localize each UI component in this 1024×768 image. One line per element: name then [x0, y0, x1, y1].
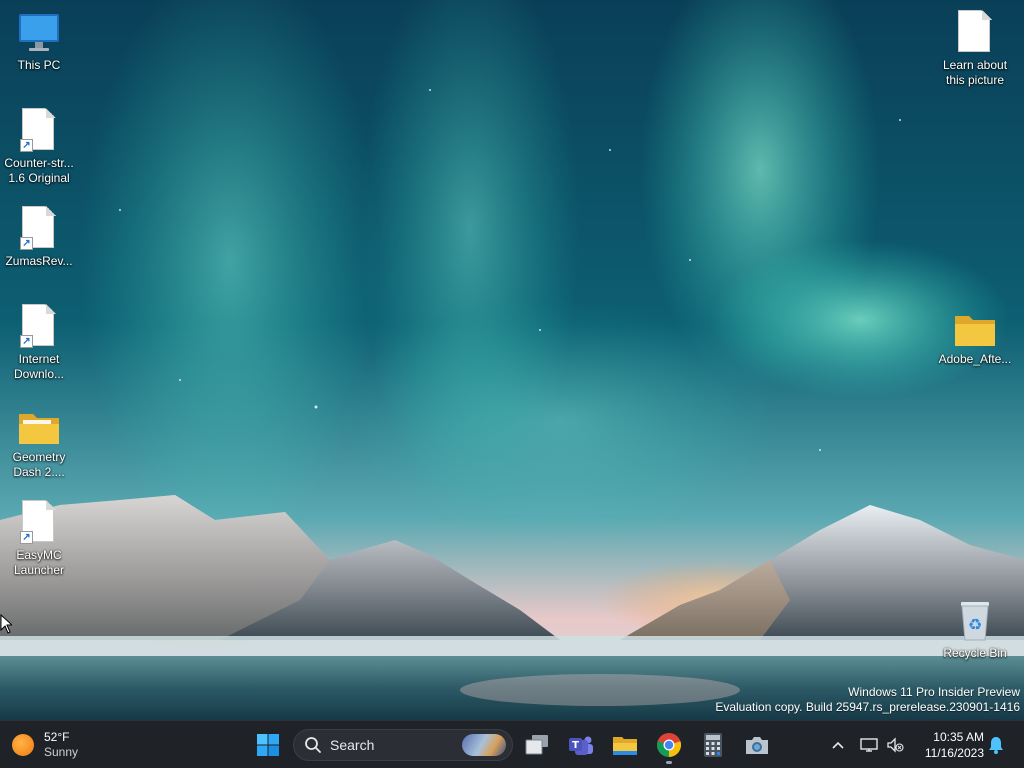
- watermark-line-2: Evaluation copy. Build 25947.rs_prerelea…: [715, 700, 1020, 714]
- search-highlight-image: [462, 734, 506, 756]
- notification-center-button[interactable]: [986, 735, 1006, 755]
- weather-widget[interactable]: 52°F Sunny: [12, 727, 78, 763]
- folder-icon: [613, 737, 637, 755]
- desktop-icon-label: Counter-str... 1.6 Original: [4, 156, 74, 185]
- task-view-icon: [525, 735, 548, 755]
- desktop-icon-label: ZumasRev...: [5, 254, 73, 268]
- chrome-icon: [656, 733, 682, 757]
- desktop-icon-internet-download[interactable]: ↗ Internet Downlo...: [1, 304, 77, 382]
- file-explorer-button[interactable]: [605, 725, 645, 765]
- show-hidden-icons-button[interactable]: [828, 735, 848, 755]
- running-indicator: [666, 761, 672, 764]
- desktop-icon-easymc[interactable]: ↗ EasyMC Launcher: [1, 500, 77, 578]
- desktop-icon-adobe-after[interactable]: Adobe_Afte...: [937, 304, 1013, 367]
- search-label: Search: [330, 737, 375, 753]
- taskbar-clock[interactable]: 10:35 AM 11/16/2023: [925, 729, 984, 761]
- desktop-icon-this-pc[interactable]: This PC: [1, 10, 77, 73]
- watermark-line-1: Windows 11 Pro Insider Preview: [848, 685, 1020, 699]
- file-shortcut-icon: ↗: [17, 108, 61, 152]
- clock-time: 10:35 AM: [933, 730, 984, 744]
- file-shortcut-icon: ↗: [17, 206, 61, 250]
- mouse-cursor-icon: [0, 613, 14, 639]
- teams-icon: T: [569, 736, 593, 755]
- desktop-icon-label: Adobe_Afte...: [938, 352, 1012, 366]
- desktop-icon-label: EasyMC Launcher: [13, 548, 65, 577]
- desktop-icon-zumas-revenge[interactable]: ↗ ZumasRev...: [1, 206, 77, 269]
- task-view-button[interactable]: [517, 725, 557, 765]
- camera-button[interactable]: [737, 725, 777, 765]
- desktop-icon-learn-about-picture[interactable]: Learn about this picture: [937, 10, 1013, 88]
- taskbar-search-box[interactable]: Search: [293, 729, 513, 761]
- taskbar: 52°F Sunny Search T 10:35 AM 11/16/2023: [0, 720, 1024, 768]
- desktop-icon-label: Internet Downlo...: [13, 352, 65, 381]
- teams-button[interactable]: T: [561, 725, 601, 765]
- start-button[interactable]: [248, 725, 288, 765]
- network-button[interactable]: [859, 735, 879, 755]
- volume-button[interactable]: [885, 735, 905, 755]
- svg-text:♻: ♻: [968, 615, 982, 634]
- folder-icon: [17, 402, 61, 446]
- camera-icon: [746, 737, 768, 754]
- desktop-icon-label: Learn about this picture: [942, 58, 1008, 87]
- desktop-icon-label: This PC: [17, 58, 61, 72]
- windows-logo-icon: [257, 734, 279, 756]
- file-shortcut-icon: ↗: [17, 500, 61, 544]
- monitor-icon: [17, 10, 61, 54]
- weather-condition: Sunny: [44, 745, 79, 759]
- chrome-button[interactable]: [649, 725, 689, 765]
- evaluation-watermark: Windows 11 Pro Insider Preview Evaluatio…: [715, 685, 1020, 715]
- sun-icon: [12, 734, 34, 756]
- search-icon: [305, 737, 321, 753]
- desktop-icon-counter-strike[interactable]: ↗ Counter-str... 1.6 Original: [1, 108, 77, 186]
- volume-muted-icon: [887, 737, 904, 753]
- chevron-up-icon: [832, 741, 844, 749]
- desktop-icon-recycle-bin[interactable]: ♻ Recycle Bin: [937, 598, 1013, 661]
- svg-text:T: T: [572, 740, 579, 751]
- calculator-button[interactable]: [693, 725, 733, 765]
- file-shortcut-icon: ↗: [17, 304, 61, 348]
- desktop-wallpaper: [0, 0, 1024, 720]
- desktop-icon-label: Recycle Bin: [943, 646, 1007, 660]
- recycle-bin-icon: ♻: [953, 598, 997, 642]
- file-icon: [953, 10, 997, 54]
- clock-date: 11/16/2023: [924, 746, 984, 760]
- network-icon: [860, 738, 878, 752]
- bell-icon: [989, 737, 1003, 754]
- calculator-icon: [704, 733, 722, 757]
- weather-temperature: 52°F: [44, 730, 70, 744]
- folder-icon: [953, 304, 997, 348]
- desktop-icon-label: Geometry Dash 2....: [12, 450, 66, 479]
- desktop-icon-geometry-dash[interactable]: Geometry Dash 2....: [1, 402, 77, 480]
